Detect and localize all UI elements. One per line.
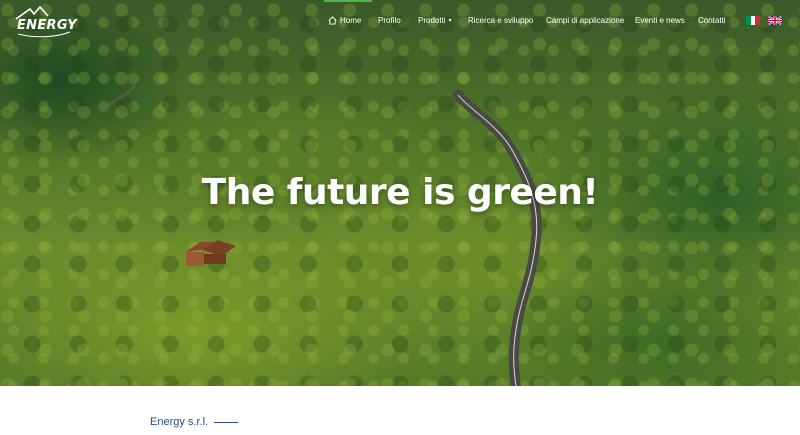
- home-icon: [328, 15, 337, 25]
- nav-profilo[interactable]: Profilo: [372, 0, 410, 40]
- uk-flag-icon[interactable]: [768, 16, 782, 25]
- energy-logo[interactable]: ENERGY: [14, 6, 77, 38]
- company-name: Energy s.r.l.: [150, 416, 209, 428]
- company-heading: Energy s.r.l.: [150, 416, 239, 428]
- nav-ricerca-sviluppo[interactable]: Ricerca e sviluppo: [464, 0, 542, 40]
- chevron-down-icon: ▾: [448, 17, 452, 24]
- nav-eventi-label: Eventi e news: [635, 15, 685, 25]
- nav-contatti[interactable]: Contatti: [694, 0, 734, 40]
- nav-home-label: Home: [340, 15, 362, 25]
- heading-divider: [214, 421, 239, 423]
- nav-prodotti[interactable]: Prodotti ▾: [410, 0, 464, 40]
- main-menu: Home Profilo Prodotti ▾ Ricerca e svilup…: [320, 0, 734, 40]
- nav-eventi-news[interactable]: Eventi e news: [632, 0, 694, 40]
- nav-prodotti-label: Prodotti: [418, 15, 446, 25]
- nav-home[interactable]: Home: [320, 0, 372, 40]
- nav-campi-label: Campi di applicazione: [546, 15, 625, 25]
- italy-flag-icon[interactable]: [746, 16, 760, 25]
- top-navigation-bar: ENERGY Home Profilo Prodotti ▾ Ricerca e…: [0, 0, 800, 40]
- nav-contatti-label: Contatti: [698, 15, 726, 25]
- hero-title: The future is green!: [201, 172, 599, 213]
- house-roof: [186, 240, 236, 266]
- nav-ricerca-label: Ricerca e sviluppo: [468, 15, 534, 25]
- nav-profilo-label: Profilo: [378, 15, 401, 25]
- nav-campi-applicazione[interactable]: Campi di applicazione: [542, 0, 632, 40]
- logo-swoosh-icon: [17, 31, 71, 38]
